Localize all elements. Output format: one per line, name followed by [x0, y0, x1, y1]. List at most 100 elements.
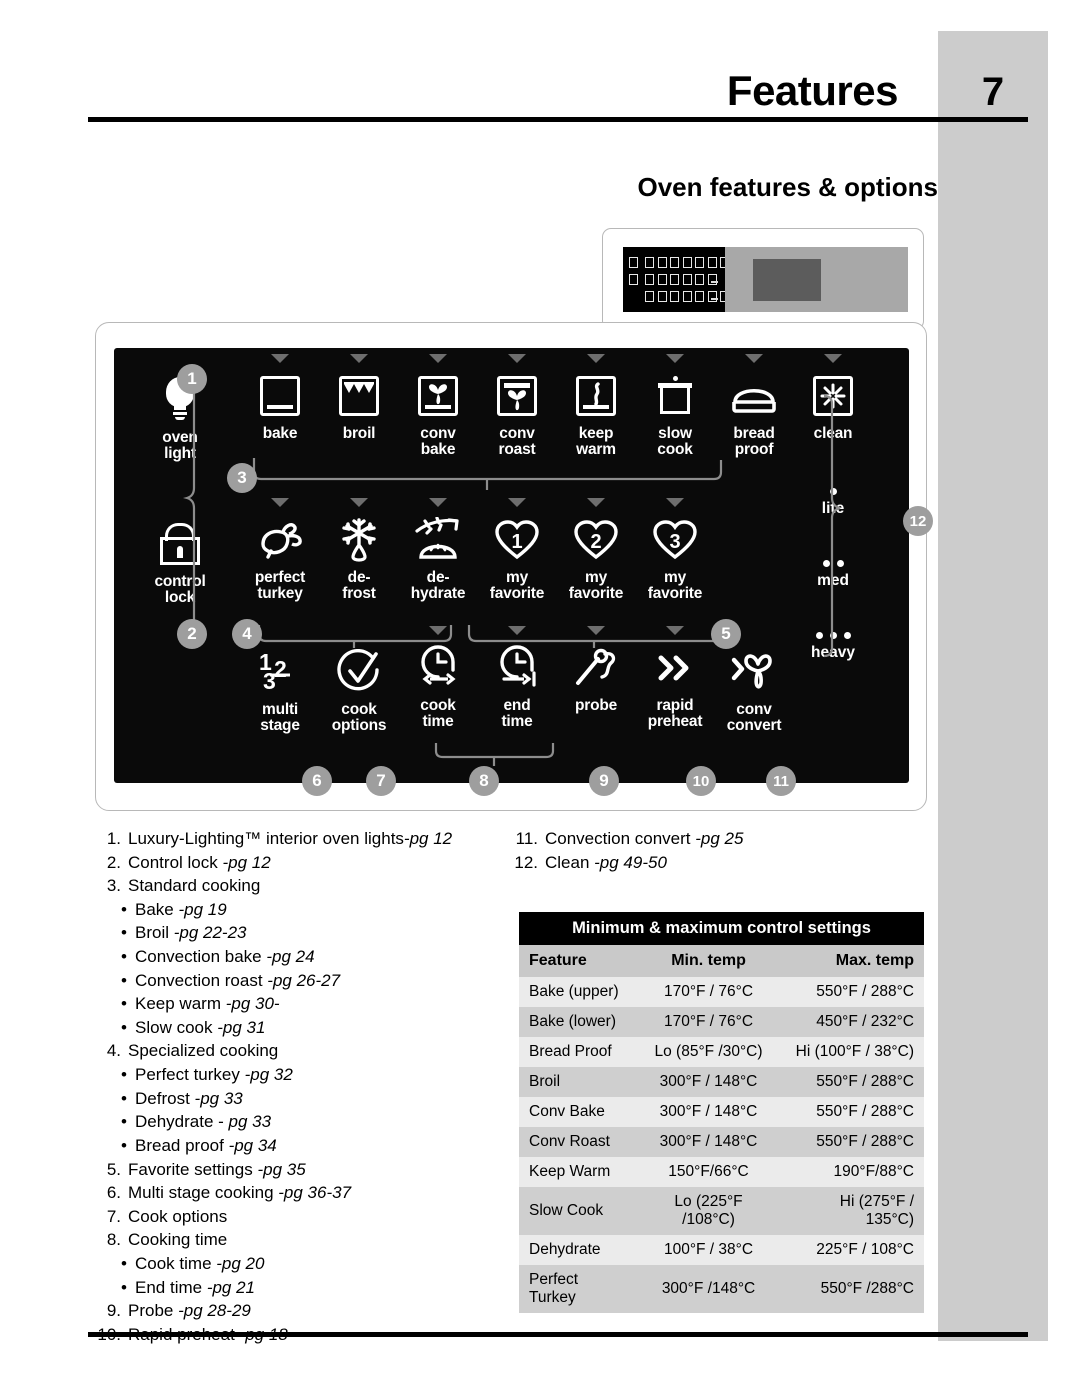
legend-page-ref: -pg 30- — [225, 994, 280, 1014]
cell-max-temp: 550°F / 288°C — [816, 1103, 914, 1120]
table-row: Bake (lower) 170°F / 76°C 450°F / 232°C — [519, 1007, 924, 1037]
cell-feature: Dehydrate — [529, 1241, 601, 1258]
legend-item: 7. Cook options — [95, 1206, 505, 1229]
table-row: Conv Roast 300°F / 148°C 550°F / 288°C — [519, 1127, 924, 1157]
key-control-lock[interactable]: control lock — [132, 518, 228, 607]
table-row: Keep Warm 150°F/66°C 190°F/88°C — [519, 1157, 924, 1187]
legend-item-number: 6. — [106, 1183, 121, 1203]
key-my-favorite-3[interactable]: 3 my favorite — [627, 498, 723, 603]
bullet-icon: • — [121, 994, 127, 1014]
control-panel-keypad: oven light bake broil conv bake conv roa… — [114, 348, 909, 783]
legend-item-text: Perfect turkey -pg 32 — [135, 1065, 293, 1085]
page-title: Features — [726, 67, 899, 114]
legend-page-ref: -pg 34 — [228, 1135, 277, 1155]
legend-item: 6. Multi stage cooking -pg 36-37 — [95, 1182, 505, 1205]
caret-indicator-icon — [587, 354, 605, 363]
callout-3: 3 — [227, 463, 257, 493]
legend-item-number: 4. — [106, 1041, 121, 1061]
clean-starburst-icon — [785, 370, 881, 422]
legend-page-ref: -pg 20 — [216, 1253, 265, 1273]
legend-page-ref: -pg 28-29 — [178, 1301, 251, 1321]
bullet-icon: • — [121, 970, 127, 990]
legend-item-text: Cook time -pg 20 — [135, 1253, 265, 1273]
legend-page-ref: -pg 35 — [257, 1159, 306, 1179]
table-row: Slow Cook Lo (225°F /108°C) Hi (275°F / 13… — [519, 1187, 924, 1235]
caret-indicator-icon — [350, 354, 368, 363]
legend-page-ref: -pg 22-23 — [173, 923, 247, 943]
legend-item-text: Convection bake -pg 24 — [135, 947, 315, 967]
legend-item-text: Bake -pg 19 — [135, 899, 227, 919]
legend-item-number: 9. — [106, 1301, 121, 1321]
cell-feature: Broil — [529, 1073, 561, 1090]
cell-max-temp: 225°F / 108°C — [816, 1241, 914, 1258]
cell-max-temp: 550°F / 288°C — [816, 983, 914, 1000]
legend-item: 10. Rapid preheat -pg 18 — [95, 1324, 505, 1347]
page-side-tab — [938, 31, 1048, 1341]
column-header-feature: Feature — [519, 945, 638, 977]
legend-sub-item: • Defrost -pg 33 — [95, 1088, 505, 1111]
cell-max-temp: 450°F / 232°C — [816, 1013, 914, 1030]
legend-item-text: Multi stage cooking -pg 36-37 — [128, 1183, 352, 1203]
table-caption: Minimum & maximum control settings — [519, 912, 924, 945]
cell-max-temp: Hi (100°F / 38°C) — [795, 1043, 914, 1060]
legend-item-number: 3. — [106, 876, 121, 896]
caret-indicator-icon — [508, 498, 526, 507]
bullet-icon: • — [121, 947, 127, 967]
console-thumbnail-inner — [623, 247, 908, 312]
legend-page-ref: -pg 26-27 — [267, 970, 341, 990]
legend-item-text: Specialized cooking — [128, 1041, 279, 1061]
cell-feature: Slow Cook — [529, 1202, 604, 1219]
callout-12: 12 — [903, 506, 933, 536]
table-row: Bread Proof Lo (85°F /30°C) Hi (100°F / 38… — [519, 1037, 924, 1067]
soil-level-lite[interactable]: lite — [778, 488, 888, 518]
caret-indicator-icon — [429, 626, 447, 635]
legend-page-ref: -pg 32 — [244, 1065, 293, 1085]
callout-7: 7 — [366, 766, 396, 796]
caret-indicator-icon — [666, 626, 684, 635]
soil-level-med[interactable]: med — [778, 560, 888, 590]
legend-item-text: Convection convert -pg 25 — [545, 829, 744, 848]
legend-item-text: Cooking time — [128, 1230, 228, 1250]
legend-page-ref: -pg 33 — [194, 1088, 243, 1108]
legend-item-text: Rapid preheat -pg 18 — [128, 1324, 288, 1344]
cell-max-temp: 550°F / 288°C — [816, 1073, 914, 1090]
table-header-row: Feature Min. temp Max. temp — [519, 945, 924, 977]
feature-legend-right: 11. Convection convert -pg 25 12. Clean -pg… — [512, 828, 932, 875]
cell-min-temp: Lo (225°F /108°C) — [674, 1193, 743, 1228]
legend-item-number: 10. — [97, 1324, 121, 1344]
legend-item: 12. Clean -pg 49-50 — [512, 852, 932, 875]
bullet-icon: • — [121, 1088, 127, 1108]
legend-sub-item: • Dehydrate - pg 33 — [95, 1111, 505, 1134]
column-header-max-temp: Max. temp — [779, 945, 924, 977]
key-label: clean — [813, 425, 853, 442]
key-clean[interactable]: clean — [785, 354, 881, 442]
table-row: Perfect Turkey 300°F /148°C 550°F /288°C — [519, 1265, 924, 1313]
cell-min-temp: 300°F / 148°C — [659, 1103, 758, 1120]
favorite-number: 1 — [511, 530, 523, 553]
legend-sub-item: • Slow cook -pg 31 — [95, 1017, 505, 1040]
legend-item: 1. Luxury-Lighting™ interior oven lights-… — [95, 828, 505, 851]
cell-feature: Conv Roast — [529, 1133, 610, 1150]
legend-page-ref: -pg 31 — [217, 1017, 266, 1037]
callout-4: 4 — [232, 619, 262, 649]
legend-page-ref: pg 33 — [228, 1112, 272, 1132]
legend-page-ref: -pg 12 — [403, 829, 453, 848]
legend-item-number: 1. — [106, 829, 121, 848]
legend-item-text: Cook options — [128, 1206, 228, 1226]
favorite-number: 3 — [669, 530, 681, 553]
legend-item-number: 11. — [515, 829, 538, 848]
bullet-icon: • — [121, 899, 127, 919]
legend-sub-item: • Keep warm -pg 30- — [95, 993, 505, 1016]
cell-min-temp: 170°F / 76°C — [663, 1013, 754, 1030]
soil-level-heavy[interactable]: heavy — [778, 632, 888, 662]
table-row: Conv Bake 300°F / 148°C 550°F / 288°C — [519, 1097, 924, 1127]
legend-item-text: Keep warm -pg 30- — [135, 994, 280, 1014]
soil-level-label: med — [817, 572, 849, 589]
section-title: Oven features & options — [637, 172, 939, 202]
legend-item: 4. Specialized cooking — [95, 1040, 505, 1063]
key-label: conv convert — [726, 701, 782, 735]
oven-console-thumbnail — [602, 228, 924, 330]
legend-item: 2. Control lock -pg 12 — [95, 852, 505, 875]
caret-indicator-icon — [271, 498, 289, 507]
key-label: my favorite — [647, 569, 703, 603]
